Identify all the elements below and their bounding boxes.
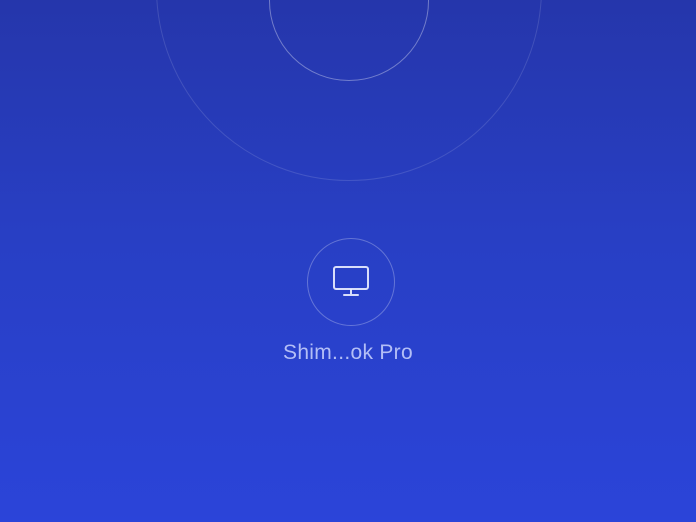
- device-name-label[interactable]: Shim...ok Pro: [198, 341, 498, 365]
- monitor-icon: [333, 266, 369, 296]
- monitor-icon: [304, 0, 394, 20]
- device-button-macbook-pro[interactable]: [307, 238, 395, 326]
